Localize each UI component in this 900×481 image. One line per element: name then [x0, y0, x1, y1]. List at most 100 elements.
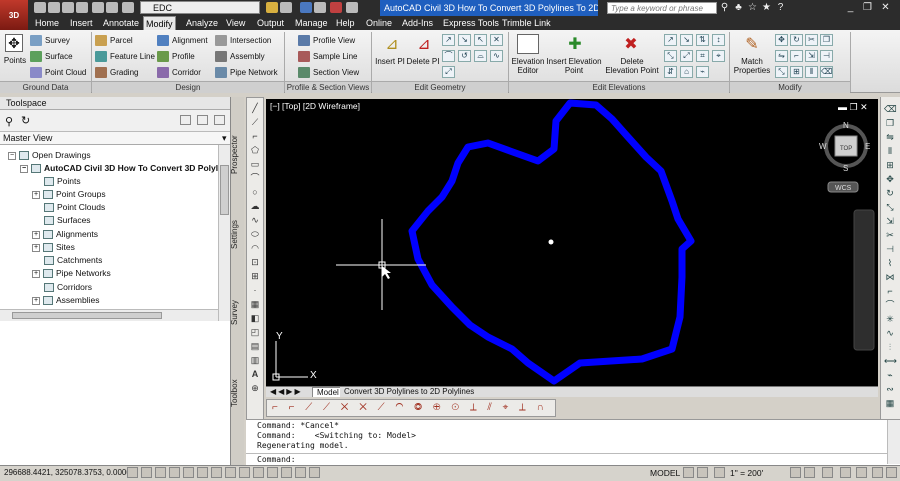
menu-output[interactable]: Output [255, 16, 286, 30]
toolspace-option-icon[interactable] [214, 115, 225, 125]
match-properties-button[interactable]: Match Properties [730, 57, 774, 75]
app-menu-button[interactable]: 3D [0, 0, 28, 30]
quick-properties-button[interactable] [295, 467, 306, 478]
panel-edit-elevations[interactable]: Edit Elevations [509, 81, 729, 93]
mirror-icon[interactable]: ⇋ [884, 132, 896, 143]
menu-manage[interactable]: Manage [293, 16, 330, 30]
search-icon[interactable]: ⚲ [719, 2, 730, 13]
tree-item[interactable]: Catchments [44, 254, 102, 267]
panel-modify[interactable]: Modify [730, 81, 850, 93]
infer-constraints-button[interactable] [127, 467, 138, 478]
arc-icon[interactable]: ⌒ [249, 173, 261, 184]
xref-icon[interactable] [330, 2, 342, 13]
tree-drawing[interactable]: − AutoCAD Civil 3D How To Convert 3D Poly… [20, 162, 233, 175]
expander-icon[interactable]: + [32, 269, 40, 278]
expander-icon[interactable]: + [32, 243, 40, 252]
mirror-icon[interactable]: ⇋ [775, 50, 788, 62]
dynamic-input-button[interactable] [253, 467, 264, 478]
tree-item[interactable]: Points [44, 175, 81, 188]
ellipse-icon[interactable]: ⬭ [249, 229, 261, 240]
copy-icon[interactable]: ❐ [884, 118, 896, 129]
erase-icon[interactable]: ⌫ [884, 104, 897, 115]
toolspace-option-icon[interactable] [197, 115, 208, 125]
delete-pi-button[interactable]: Delete PI [406, 57, 440, 66]
line-icon[interactable]: ╱ [249, 103, 261, 114]
snap-mode-button[interactable] [141, 467, 152, 478]
layout-nav-arrows-icon[interactable]: ◀◀▶▶ [270, 387, 303, 396]
move-icon[interactable]: ✥ [775, 34, 788, 46]
expander-icon[interactable]: − [20, 164, 28, 173]
construction-line-icon[interactable]: ⟋ [249, 117, 261, 128]
panel-profile-section[interactable]: Profile & Section Views [285, 81, 371, 93]
transparency-button[interactable] [281, 467, 292, 478]
elevation-tool-icon[interactable]: ⤢ [680, 50, 693, 62]
expander-icon[interactable]: + [32, 296, 40, 305]
tab-survey[interactable]: Survey [230, 298, 244, 328]
geometry-tool-icon[interactable]: ✕ [490, 34, 503, 46]
dynamic-ucs-button[interactable] [239, 467, 250, 478]
geometry-tool-icon[interactable]: ↘ [458, 34, 471, 46]
fillet-icon[interactable]: ⌐ [790, 50, 803, 62]
elevation-tool-icon[interactable]: ↘ [680, 34, 693, 46]
ellipse-arc-icon[interactable]: ◠ [249, 243, 261, 254]
compass-n[interactable]: N [843, 121, 849, 130]
viewport-restore-icon[interactable]: ❐ [850, 102, 858, 112]
annotation-visibility-button[interactable] [790, 467, 801, 478]
search-input[interactable]: Type a keyword or phrase [607, 2, 717, 14]
fillet-icon[interactable]: ⌒ [884, 300, 896, 311]
geometry-tool-icon[interactable]: ⌓ [474, 50, 487, 62]
scale-icon[interactable]: ⤡ [884, 202, 896, 213]
array-icon[interactable]: ⊞ [790, 66, 803, 78]
viewport-minimize-icon[interactable]: ▬ [838, 102, 847, 112]
open-icon[interactable] [48, 2, 60, 13]
tab-toolbox[interactable]: Toolbox [230, 375, 244, 411]
blend-icon[interactable]: ∿ [884, 328, 896, 339]
menu-insert[interactable]: Insert [68, 16, 95, 30]
close-icon[interactable]: ✕ [880, 2, 891, 13]
new-icon[interactable] [34, 2, 46, 13]
parcel-button[interactable]: Parcel [95, 34, 133, 48]
geometry-tool-icon[interactable]: ⌒ [442, 50, 455, 62]
tab-prospector[interactable]: Prospector [230, 130, 244, 180]
tree-item[interactable]: + Point Groups [32, 188, 106, 201]
extend-icon[interactable]: ⊣ [884, 244, 896, 255]
geometry-tool-icon[interactable]: ↖ [474, 34, 487, 46]
offset-icon[interactable]: ⫴ [805, 66, 818, 78]
annotation-scale-icon[interactable] [714, 467, 725, 478]
menu-trimble-link[interactable]: Trimble Link [500, 16, 553, 30]
communication-icon[interactable]: ☆ [747, 2, 758, 13]
elevation-tool-icon[interactable]: ⌗ [696, 50, 709, 62]
profile-button[interactable]: Profile [157, 50, 195, 64]
workspace-select[interactable]: EDC [140, 1, 260, 14]
view-icon[interactable] [314, 2, 326, 13]
compass-e[interactable]: E [865, 142, 870, 151]
elevation-tool-icon[interactable]: ↕ [712, 34, 725, 46]
dropdown-icon[interactable] [346, 2, 358, 13]
quick-view-drawings-button[interactable] [697, 467, 708, 478]
viewport-close-icon[interactable]: ✕ [860, 102, 868, 112]
elevation-tool-icon[interactable]: ⤡ [664, 50, 677, 62]
saveas-icon[interactable] [76, 2, 88, 13]
circle-icon[interactable]: ○ [249, 187, 261, 198]
panel-edit-geometry[interactable]: Edit Geometry [372, 81, 508, 93]
elevation-tool-icon[interactable]: ⌂ [680, 66, 693, 78]
hatch-icon[interactable]: ▦ [249, 299, 261, 310]
menu-express-tools[interactable]: Express Tools [441, 16, 501, 30]
geometry-tool-icon[interactable]: ↗ [442, 34, 455, 46]
tree-item[interactable]: Corridors [44, 281, 92, 294]
geometry-tool-icon[interactable]: ⤢ [442, 66, 455, 78]
properties-icon[interactable] [300, 2, 312, 13]
favorites-icon[interactable]: ★ [761, 2, 772, 13]
elevation-tool-icon[interactable]: ⌁ [696, 66, 709, 78]
make-block-icon[interactable]: ⊞ [249, 271, 261, 282]
tab-settings[interactable]: Settings [230, 215, 244, 255]
menu-addins[interactable]: Add-Ins [400, 16, 435, 30]
rotate-icon[interactable]: ↻ [790, 34, 803, 46]
refresh-icon[interactable]: ↻ [21, 114, 30, 127]
explode-icon[interactable]: ✳ [884, 314, 896, 325]
pipe-network-button[interactable]: Pipe Network [215, 66, 278, 80]
navigation-bar[interactable] [853, 209, 875, 351]
section-view-button[interactable]: Section View [298, 66, 359, 80]
coordinate-readout[interactable]: 296688.4421, 325078.3753, 0.0000 [4, 466, 131, 480]
lineweight-button[interactable] [267, 467, 278, 478]
